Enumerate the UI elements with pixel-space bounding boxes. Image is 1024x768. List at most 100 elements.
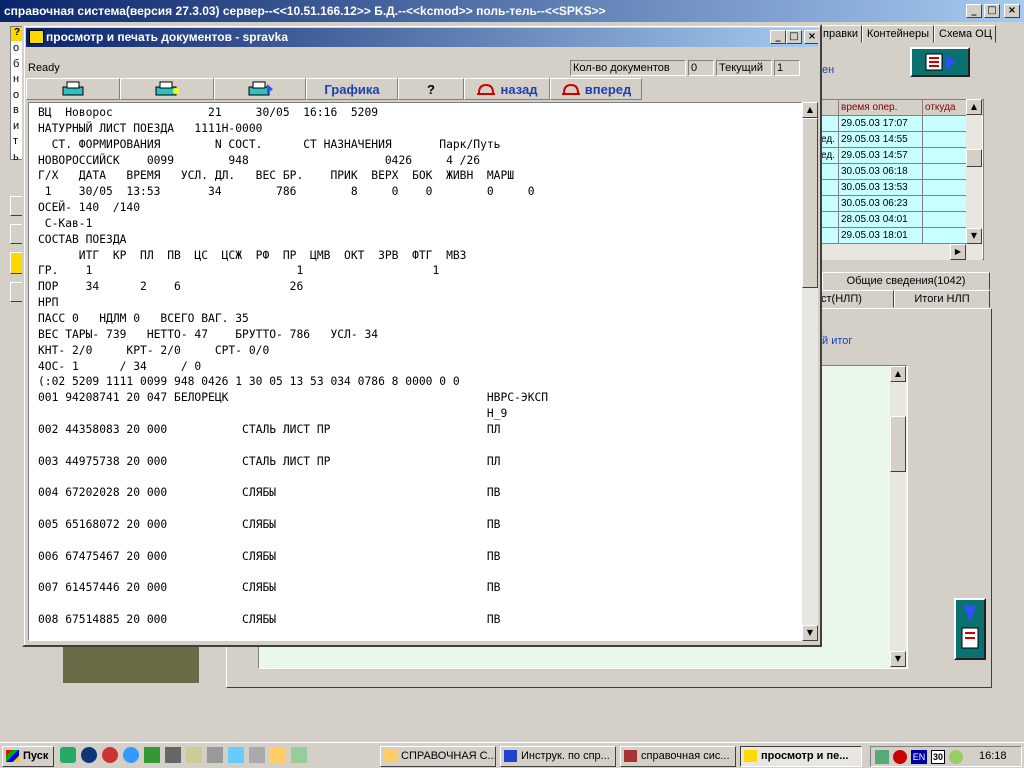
- table-row[interactable]: 30.05.03 13:53: [819, 180, 983, 196]
- doc-maximize-button[interactable]: □: [786, 30, 802, 44]
- tab-itogi-nlp[interactable]: Итоги НЛП: [894, 290, 990, 308]
- print-itog-button[interactable]: [954, 598, 986, 660]
- print-setup-button[interactable]: [214, 78, 306, 100]
- doc-window-title-bar[interactable]: просмотр и печать документов - spravka _…: [26, 28, 818, 47]
- tab-schema[interactable]: Схема ОЦ: [934, 25, 996, 43]
- main-close-button[interactable]: ×: [1004, 4, 1020, 18]
- ql-icon-6[interactable]: [165, 747, 181, 763]
- ql-icon-1[interactable]: [60, 747, 76, 763]
- tab-label: Общие сведения(1042): [846, 275, 966, 287]
- ql-icon-3[interactable]: [102, 747, 118, 763]
- table-row[interactable]: ед. 29.05.03 14:55: [819, 132, 983, 148]
- scroll-down-icon[interactable]: ▼: [802, 625, 818, 641]
- task-spravochnaya-1[interactable]: СПРАВОЧНАЯ С...: [380, 746, 496, 767]
- help-button[interactable]: ?: [398, 78, 464, 100]
- ql-icon-7[interactable]: [186, 747, 202, 763]
- operations-grid[interactable]: время опер. откуда 29.05.03 17:07 ед. 29.0…: [818, 99, 984, 260]
- table-row[interactable]: ед. 29.05.03 14:57: [819, 148, 983, 164]
- app-icon: [29, 30, 44, 44]
- table-row[interactable]: 29.05.03 18:01: [819, 228, 983, 244]
- scroll-down-icon[interactable]: ▼: [890, 651, 906, 667]
- grid-cell-prefix: [819, 196, 839, 212]
- forward-arrow-icon: [561, 83, 580, 95]
- grid-header-time[interactable]: время опер.: [839, 100, 923, 116]
- calendar-icon[interactable]: 30: [931, 750, 945, 764]
- itog-vscroll[interactable]: ▲ ▼: [890, 366, 906, 668]
- graphics-button[interactable]: Графика: [306, 78, 398, 100]
- task-instrukciya[interactable]: Инструк. по спр...: [500, 746, 616, 767]
- scroll-up-icon[interactable]: ▲: [802, 102, 818, 118]
- tab-containers[interactable]: Контейнеры: [862, 25, 934, 43]
- word-icon: [504, 750, 517, 762]
- grid-cell-from: [923, 116, 969, 132]
- antivirus-icon[interactable]: [893, 750, 907, 764]
- grid-cell-prefix: [819, 212, 839, 228]
- document-text: ВЦ Новорос 21 30/05 16:16 5209 НАТУРНЫЙ …: [38, 106, 549, 626]
- scroll-thumb[interactable]: [966, 149, 982, 167]
- grid-cell-time: 30.05.03 06:23: [839, 196, 923, 212]
- main-window-title: справочная система(версия 27.3.03) серве…: [4, 4, 606, 18]
- scroll-up-icon[interactable]: ▲: [966, 99, 982, 115]
- main-minimize-button[interactable]: _: [966, 4, 982, 18]
- excel-icon[interactable]: [144, 747, 160, 763]
- grid-header-from[interactable]: откуда: [923, 100, 969, 116]
- status-text: Ready: [28, 62, 60, 74]
- document-vscroll[interactable]: ▲ ▼: [802, 102, 818, 641]
- scroll-up-icon[interactable]: ▲: [890, 366, 906, 382]
- table-row[interactable]: 30.05.03 06:23: [819, 196, 983, 212]
- forward-button[interactable]: вперед: [550, 78, 642, 100]
- grid-cell-time: 30.05.03 06:18: [839, 164, 923, 180]
- ie-icon[interactable]: [123, 747, 139, 763]
- ql-icon-2[interactable]: [81, 747, 97, 763]
- tab-general-info[interactable]: Общие сведения(1042): [822, 272, 990, 290]
- grid-cell-from: [923, 196, 969, 212]
- grid-cell-from: [923, 132, 969, 148]
- grid-cell-prefix: [819, 228, 839, 244]
- current-label: Текущий: [716, 60, 772, 76]
- grid-cell-prefix: ед.: [819, 132, 839, 148]
- ql-icon-10[interactable]: [249, 747, 265, 763]
- task-spravochnaya-2[interactable]: справочная сис...: [620, 746, 736, 767]
- doc-minimize-button[interactable]: _: [770, 30, 786, 44]
- scroll-thumb[interactable]: [890, 416, 906, 472]
- windows-logo-icon: [6, 750, 19, 762]
- main-maximize-button[interactable]: □: [984, 4, 1000, 18]
- grid-cell-from: [923, 180, 969, 196]
- grid-vscroll[interactable]: ▲ ▼: [966, 99, 982, 244]
- itog-link[interactable]: й итог: [822, 335, 852, 347]
- main-window-title-bar[interactable]: справочная система(версия 27.3.03) серве…: [0, 0, 1024, 22]
- document-text-area[interactable]: ВЦ Новорос 21 30/05 16:16 5209 НАТУРНЫЙ …: [28, 102, 802, 641]
- table-row[interactable]: 28.05.03 04:01: [819, 212, 983, 228]
- table-row[interactable]: 29.05.03 17:07: [819, 116, 983, 132]
- table-row[interactable]: 30.05.03 06:18: [819, 164, 983, 180]
- task-prosmotr[interactable]: просмотр и пе...: [740, 746, 862, 767]
- ql-icon-9[interactable]: [228, 747, 244, 763]
- ql-icon-12[interactable]: [291, 747, 307, 763]
- tab-pravki[interactable]: правки: [818, 25, 862, 43]
- folder-icon[interactable]: [270, 747, 286, 763]
- back-button[interactable]: назад: [464, 78, 550, 100]
- print-big-button[interactable]: [910, 47, 970, 77]
- printer-icon: [62, 81, 84, 96]
- back-label: назад: [500, 81, 538, 97]
- language-indicator[interactable]: EN: [911, 750, 927, 764]
- clock[interactable]: 16:18: [979, 750, 1007, 762]
- doc-toolbar: Графика ? назад вперед: [26, 78, 702, 100]
- task-label: справочная сис...: [641, 750, 730, 762]
- printer-icon: [961, 606, 979, 649]
- scroll-down-icon[interactable]: ▼: [966, 228, 982, 244]
- folder-icon: [384, 750, 397, 762]
- tab-nlp[interactable]: ст(НЛП): [816, 290, 894, 308]
- scroll-thumb[interactable]: [802, 118, 818, 288]
- speaker-icon[interactable]: [875, 750, 889, 764]
- grid-header-cell: [819, 100, 839, 116]
- tray-icon[interactable]: [949, 750, 963, 764]
- main-link[interactable]: ен: [822, 64, 834, 76]
- scroll-right-icon[interactable]: ▶: [950, 244, 966, 260]
- ql-icon-8[interactable]: [207, 747, 223, 763]
- doc-close-button[interactable]: ×: [804, 30, 818, 44]
- grid-hscroll[interactable]: ▶: [818, 244, 982, 260]
- print-button[interactable]: [26, 78, 120, 100]
- print-preview-button[interactable]: [120, 78, 214, 100]
- start-button[interactable]: Пуск: [2, 746, 54, 767]
